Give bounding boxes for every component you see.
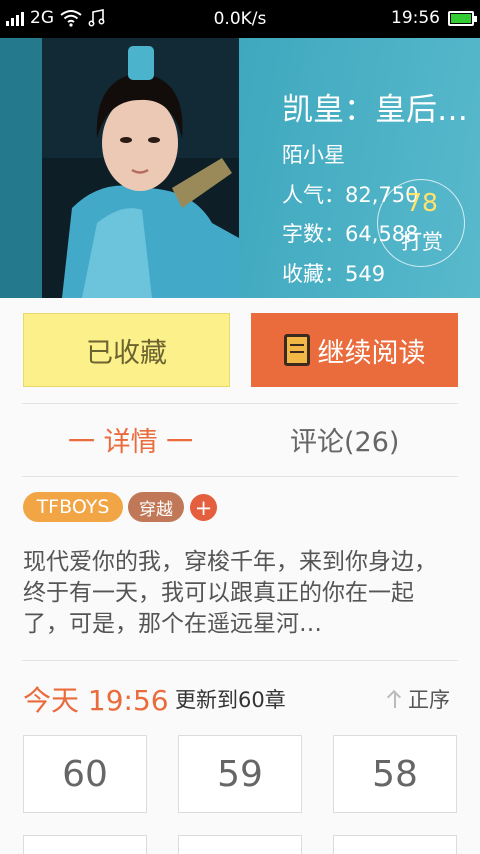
chapter-item[interactable] [333,835,457,854]
sort-order-label: 正序 [408,688,450,712]
divider [22,660,458,661]
arrow-up-icon [388,690,402,708]
book-title: 凯皇：皇后… [282,92,468,128]
update-time: 今天 19:56 [23,684,169,717]
tag-tfboys[interactable]: TFBOYS [23,492,123,522]
chapter-item[interactable]: 60 [23,735,147,813]
continue-reading-button[interactable]: 继续阅读 [251,313,458,387]
divider [22,403,458,404]
cover-illustration [42,38,239,298]
book-cover-image [42,38,239,298]
sort-order-toggle[interactable]: 正序 [388,684,450,714]
reward-button[interactable]: 78 打赏 [377,179,465,267]
book-author[interactable]: 陌小星 [282,139,345,169]
book-header: 凯皇：皇后… 陌小星 人气：82,750 字数：64,588 收藏：549 78… [0,38,480,298]
book-description[interactable]: 现代爱你的我，穿梭千年，来到你身边，终于有一天，我可以跟真正的你在一起了，可是，… [23,547,459,643]
divider [22,476,458,477]
add-tag-button[interactable]: + [190,494,217,521]
tag-time-travel[interactable]: 穿越 [128,492,184,522]
status-bar: 2G 0.0K/s 19:56 [0,0,480,38]
tab-comments[interactable]: 评论(26) [290,420,399,459]
book-detail-body: 已收藏 继续阅读 一 详情 一 评论(26) TFBOYS 穿越 + 现代爱你的… [0,298,480,854]
tab-detail[interactable]: 一 详情 一 [68,420,193,459]
header-left-strip [0,38,42,298]
chapter-item[interactable] [23,835,147,854]
chapter-item[interactable]: 59 [178,735,302,813]
favorites-stat: 收藏：549 [282,262,386,286]
update-status: 更新到60章 [175,688,286,712]
battery-icon [448,10,477,26]
reward-label: 打赏 [401,230,443,254]
book-icon [283,334,310,366]
favorited-button[interactable]: 已收藏 [23,313,230,387]
reward-count: 78 [406,188,438,217]
continue-reading-label: 继续阅读 [317,337,426,369]
chapter-item[interactable] [178,835,302,854]
clock: 19:56 [391,8,440,28]
chapter-item[interactable]: 58 [333,735,457,813]
status-right: 19:56 [391,8,477,28]
